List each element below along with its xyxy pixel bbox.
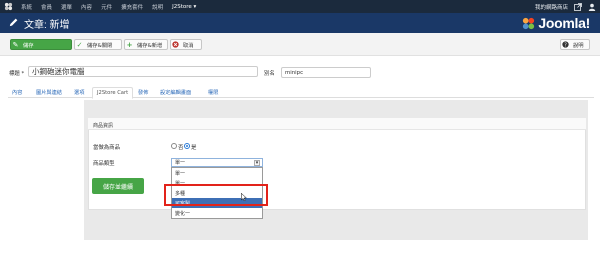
- tab-bar: 內容 圖片與連結 選項 J2Store Cart 發佈 設定編輯畫面 權限: [8, 87, 594, 99]
- product-type-label: 商品類型: [93, 161, 115, 167]
- joomla-wordmark: Joomla!: [538, 15, 590, 31]
- tab-editor-config[interactable]: 設定編輯畫面: [156, 87, 195, 98]
- page-title: 文章: 新增: [24, 20, 70, 31]
- annotation-highlight-box: [164, 184, 268, 206]
- cancel-icon: [171, 40, 180, 49]
- radio-yes[interactable]: [184, 143, 190, 149]
- pencil-icon: ✎: [12, 40, 19, 49]
- user-icon[interactable]: [588, 3, 596, 11]
- help-button[interactable]: ? 說明: [560, 39, 590, 50]
- joomla-brand-icon: [523, 17, 535, 29]
- title-label: 標題 *: [9, 71, 25, 77]
- menu-j2store[interactable]: J2Store ▾: [172, 4, 196, 10]
- panel-header: [88, 118, 586, 130]
- radio-no-label: 否: [178, 145, 184, 151]
- admin-navbar: 系統 會員 選單 內容 元件 擴充套件 說明 J2Store ▾ 我的網路商店: [0, 0, 600, 13]
- check-icon: ✓: [76, 40, 83, 49]
- treat-as-product-label: 當做為商品: [93, 145, 120, 151]
- save-new-label: 儲存&新增: [137, 42, 163, 49]
- menu-users[interactable]: 會員: [41, 3, 52, 11]
- help-label: 說明: [573, 42, 584, 49]
- save-close-label: 儲存&關閉: [87, 42, 113, 49]
- tab-permissions[interactable]: 權限: [204, 87, 222, 98]
- product-type-select[interactable]: 單一 ▾: [171, 158, 263, 167]
- tab-j2store-cart[interactable]: J2Store Cart: [92, 87, 134, 99]
- joomla-brand: Joomla!: [521, 15, 590, 31]
- product-info-panel: [88, 118, 586, 210]
- menu-menus[interactable]: 選單: [61, 3, 72, 11]
- title-input[interactable]: 小鋼砲迷你電腦: [28, 66, 258, 77]
- menu-help[interactable]: 說明: [152, 3, 163, 11]
- save-new-button[interactable]: + 儲存&新增: [124, 39, 168, 50]
- menu-system[interactable]: 系統: [21, 3, 32, 11]
- chevron-down-icon[interactable]: ▾: [254, 160, 260, 166]
- cancel-label: 取消: [183, 42, 194, 49]
- store-link[interactable]: 我的網路商店: [535, 3, 568, 11]
- plus-icon: +: [126, 40, 133, 49]
- radio-yes-label: 是: [191, 145, 197, 151]
- save-close-button[interactable]: ✓ 儲存&關閉: [74, 39, 122, 50]
- tab-images-links[interactable]: 圖片與連結: [32, 87, 66, 98]
- joomla-logo-icon[interactable]: [4, 2, 13, 11]
- question-icon: ?: [561, 40, 570, 49]
- alias-input[interactable]: minipc: [281, 67, 371, 78]
- radio-no[interactable]: [171, 143, 177, 149]
- save-continue-button[interactable]: 儲存並繼續: [92, 178, 144, 194]
- page-header: 文章: 新增 Joomla!: [0, 13, 600, 33]
- option-variation[interactable]: 變化一: [172, 208, 262, 218]
- cancel-button[interactable]: 取消: [170, 39, 202, 50]
- select-value: 單一: [175, 160, 186, 166]
- save-button[interactable]: ✎ 儲存: [10, 39, 72, 50]
- menu-extensions[interactable]: 擴充套件: [121, 3, 143, 11]
- tab-content[interactable]: 內容: [8, 87, 26, 98]
- menu-content[interactable]: 內容: [81, 3, 92, 11]
- external-link-icon[interactable]: [574, 2, 582, 11]
- tab-options[interactable]: 選項: [70, 87, 88, 98]
- panel-title: 商品資訊: [93, 123, 114, 129]
- tab-publishing[interactable]: 發佈: [134, 87, 152, 98]
- pencil-icon: [9, 18, 18, 27]
- navbar-right: 我的網路商店: [535, 0, 596, 13]
- menu-components[interactable]: 元件: [101, 3, 112, 11]
- alias-label: 別名: [264, 71, 275, 77]
- mouse-cursor-icon: [241, 193, 247, 201]
- option-single[interactable]: 單一: [172, 168, 262, 178]
- save-label: 儲存: [23, 42, 34, 49]
- admin-menu: 系統 會員 選單 內容 元件 擴充套件 說明 J2Store ▾: [21, 0, 205, 13]
- toolbar: ✎ 儲存 ✓ 儲存&關閉 + 儲存&新增 取消 ? 說明: [0, 33, 600, 56]
- svg-text:?: ?: [564, 42, 567, 48]
